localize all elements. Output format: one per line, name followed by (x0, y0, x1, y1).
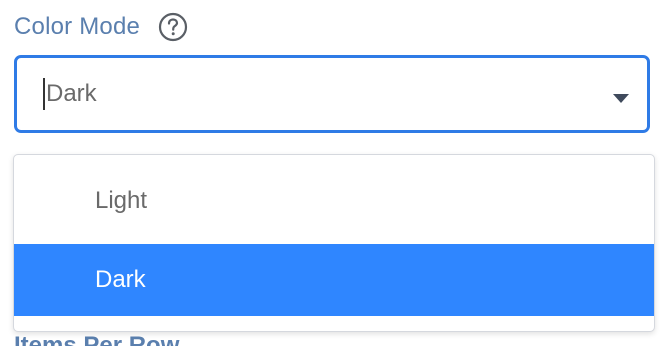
settings-panel: Color Mode Dark Items Per Row Light Dark (0, 0, 668, 346)
color-mode-label-row: Color Mode (14, 10, 188, 44)
color-mode-label: Color Mode (14, 13, 141, 40)
color-mode-select[interactable]: Dark (14, 55, 650, 133)
text-cursor (43, 78, 45, 110)
color-mode-dropdown-menu: Light Dark (13, 154, 655, 332)
items-per-row-label: Items Per Row (14, 332, 180, 346)
question-circle-icon-graphic (158, 12, 188, 42)
color-mode-select-value: Dark (46, 80, 97, 107)
dropdown-option-dark[interactable]: Dark (14, 244, 654, 316)
question-circle-icon[interactable] (158, 12, 188, 42)
chevron-down-icon[interactable] (613, 94, 629, 103)
dropdown-option-light[interactable]: Light (14, 165, 654, 237)
